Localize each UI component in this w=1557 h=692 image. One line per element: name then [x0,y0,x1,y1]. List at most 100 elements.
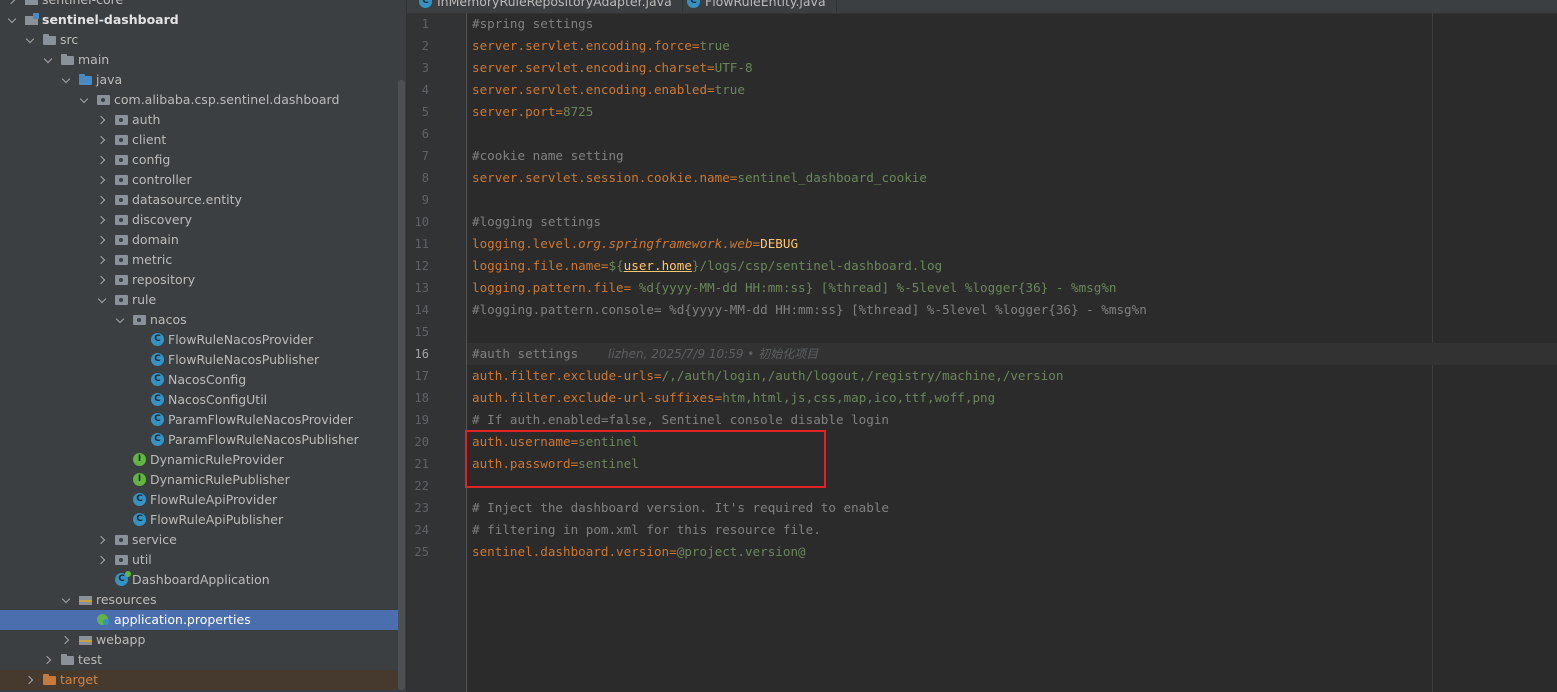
chevron-down-icon[interactable] [8,10,18,30]
line-number[interactable]: 14 [407,299,429,321]
chevron-down-icon[interactable] [80,90,90,110]
code-line[interactable]: #cookie name setting [472,145,624,167]
chevron-right-icon[interactable] [98,190,108,210]
editor-tab-flow-rule-entity[interactable]: C FlowRuleEntity.java [683,0,837,12]
code-line[interactable]: server.servlet.encoding.charset=UTF-8 [472,57,753,79]
code-line[interactable]: auth.filter.exclude-url-suffixes=htm,htm… [472,387,995,409]
tree-item[interactable]: nacos [0,310,398,330]
chevron-right-icon[interactable] [98,130,108,150]
chevron-right-icon[interactable] [98,270,108,290]
chevron-right-icon[interactable] [98,150,108,170]
tree-item[interactable]: util [0,550,398,570]
line-number[interactable]: 10 [407,211,429,233]
line-number[interactable]: 22 [407,475,429,497]
chevron-right-icon[interactable] [98,250,108,270]
line-number[interactable]: 23 [407,497,429,519]
tree-item[interactable]: com.alibaba.csp.sentinel.dashboard [0,90,398,110]
tree-item[interactable]: repository [0,270,398,290]
line-number[interactable]: 7 [407,145,429,167]
code-line[interactable]: #auth settings [472,343,578,365]
line-number[interactable]: 12 [407,255,429,277]
tree-item[interactable]: auth [0,110,398,130]
code-line[interactable]: logging.pattern.file= %d{yyyy-MM-dd HH:m… [472,277,1117,299]
tree-item[interactable]: C FlowRuleApiProvider [0,490,398,510]
line-number[interactable]: 20 [407,431,429,453]
code-line[interactable]: logging.level.org.springframework.web=DE… [472,233,798,255]
line-number[interactable]: 13 [407,277,429,299]
chevron-down-icon[interactable] [62,590,72,610]
tree-item[interactable]: C NacosConfig [0,370,398,390]
chevron-down-icon[interactable] [44,50,54,70]
line-number[interactable]: 15 [407,321,429,343]
line-number[interactable]: 24 [407,519,429,541]
tree-item[interactable]: I DynamicRulePublisher [0,470,398,490]
tree-item[interactable]: datasource.entity [0,190,398,210]
tree-item[interactable]: test [0,650,398,670]
line-number[interactable]: 21 [407,453,429,475]
tree-item[interactable]: webapp [0,630,398,650]
code-line[interactable]: # filtering in pom.xml for this resource… [472,519,821,541]
project-tree-scrollbar[interactable] [398,80,405,690]
tree-item[interactable]: java [0,70,398,90]
code-line[interactable]: logging.file.name=${user.home}/logs/csp/… [472,255,942,277]
code-line[interactable]: server.servlet.encoding.force=true [472,35,730,57]
project-tree-panel[interactable]: sentinel-core sentinel-dashboard src main ja… [0,0,406,692]
line-number[interactable]: 18 [407,387,429,409]
chevron-down-icon[interactable] [116,310,126,330]
code-line[interactable]: server.port=8725 [472,101,593,123]
tree-item[interactable]: service [0,530,398,550]
code-line[interactable]: #spring settings [472,13,593,35]
line-number[interactable]: 25 [407,541,429,563]
chevron-right-icon[interactable] [98,530,108,550]
tree-item[interactable]: C NacosConfigUtil [0,390,398,410]
line-number[interactable]: 19 [407,409,429,431]
tree-item[interactable]: sentinel-dashboard [0,10,398,30]
tree-item[interactable]: C ParamFlowRuleNacosProvider [0,410,398,430]
tree-item[interactable]: client [0,130,398,150]
line-number[interactable]: 17 [407,365,429,387]
tree-item[interactable]: C FlowRuleNacosPublisher [0,350,398,370]
tree-item[interactable]: sentinel-core [0,0,398,10]
tree-item[interactable]: config [0,150,398,170]
line-number[interactable]: 9 [407,189,429,211]
editor-tab-inmemory-rule-repository-adapter[interactable]: C InMemoryRuleRepositoryAdapter.java [415,0,683,12]
tree-item[interactable]: C FlowRuleApiPublisher [0,510,398,530]
chevron-down-icon[interactable] [26,30,36,50]
chevron-down-icon[interactable] [62,70,72,90]
tree-item[interactable]: rule [0,290,398,310]
line-number[interactable]: 8 [407,167,429,189]
chevron-right-icon[interactable] [98,230,108,250]
chevron-right-icon[interactable] [62,630,72,650]
tree-item[interactable]: domain [0,230,398,250]
chevron-right-icon[interactable] [98,210,108,230]
tree-item[interactable]: C ParamFlowRuleNacosPublisher [0,430,398,450]
code-line[interactable]: server.servlet.encoding.enabled=true [472,79,745,101]
tree-item[interactable]: discovery [0,210,398,230]
line-number[interactable]: 3 [407,57,429,79]
code-line[interactable]: auth.filter.exclude-urls=/,/auth/login,/… [472,365,1063,387]
line-number[interactable]: 1 [407,13,429,35]
line-number[interactable]: 6 [407,123,429,145]
tree-item[interactable]: metric [0,250,398,270]
line-number[interactable]: 4 [407,79,429,101]
code-line[interactable]: #logging.pattern.console= %d{yyyy-MM-dd … [472,299,1147,321]
line-number[interactable]: 11 [407,233,429,255]
line-number[interactable]: 16 [407,343,429,365]
chevron-right-icon[interactable] [98,550,108,570]
line-number[interactable]: 2 [407,35,429,57]
tree-item[interactable]: C FlowRuleNacosProvider [0,330,398,350]
chevron-right-icon[interactable] [8,0,18,10]
code-line[interactable]: #logging settings [472,211,601,233]
tree-item[interactable]: application.properties [0,610,398,630]
code-line[interactable]: server.servlet.session.cookie.name=senti… [472,167,927,189]
code-line[interactable]: # If auth.enabled=false, Sentinel consol… [472,409,889,431]
code-line[interactable]: sentinel.dashboard.version=@project.vers… [472,541,806,563]
chevron-right-icon[interactable] [44,650,54,670]
chevron-right-icon[interactable] [26,670,36,690]
tree-item[interactable]: C DashboardApplication [0,570,398,590]
tree-item[interactable]: controller [0,170,398,190]
tree-item[interactable]: main [0,50,398,70]
chevron-right-icon[interactable] [98,170,108,190]
line-number[interactable]: 5 [407,101,429,123]
chevron-down-icon[interactable] [98,290,108,310]
